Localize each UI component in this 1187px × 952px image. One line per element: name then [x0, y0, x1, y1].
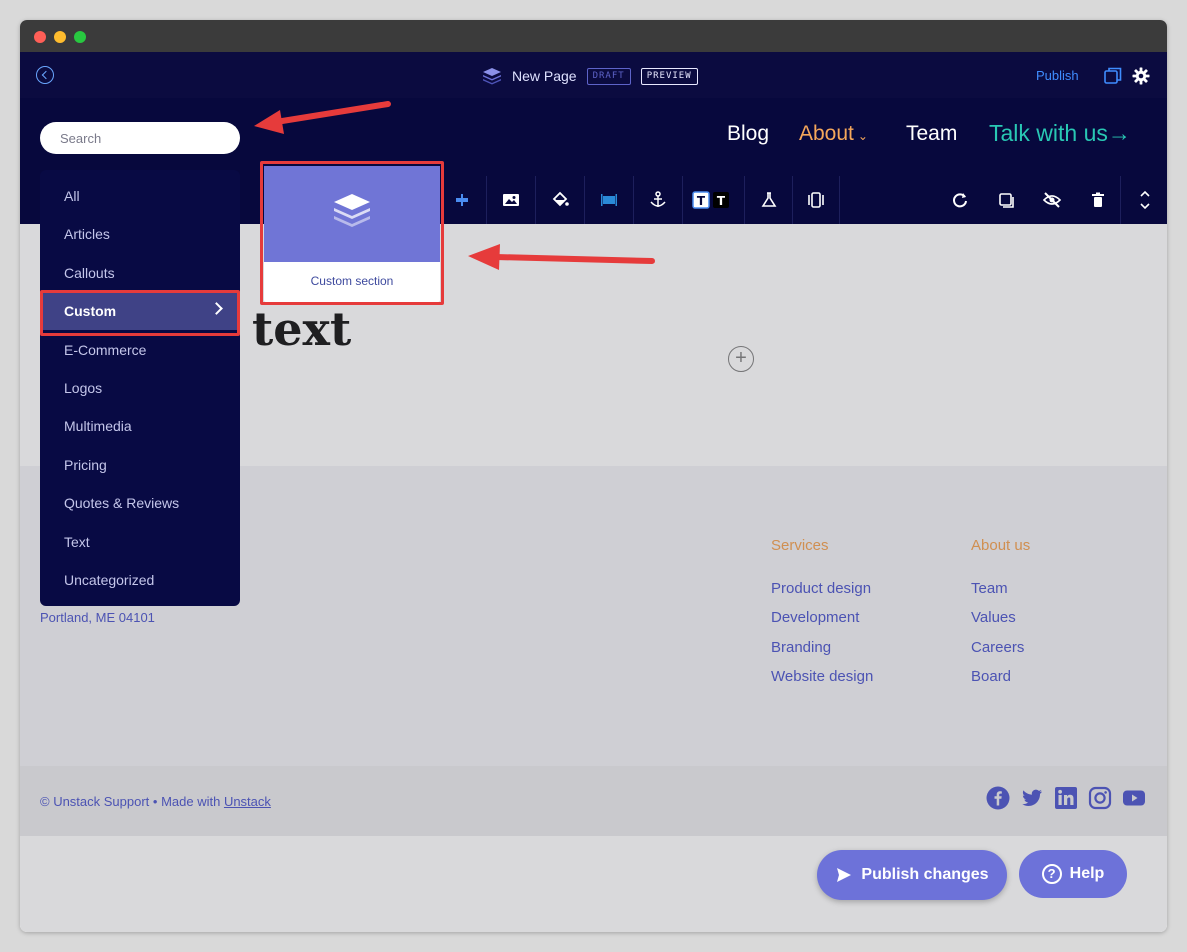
preview-button[interactable]: PREVIEW	[640, 67, 698, 85]
footer-link[interactable]: Product design	[771, 580, 871, 597]
section-card-label: Custom section	[310, 274, 394, 288]
section-category-menu: All Articles Callouts Custom E-Commerce …	[40, 170, 240, 606]
category-item[interactable]: Multimedia	[40, 407, 240, 445]
arrow-right-icon: →	[1107, 120, 1131, 146]
duplicate-icon[interactable]	[982, 176, 1030, 224]
close-window-button[interactable]	[34, 31, 46, 43]
category-item[interactable]: All	[40, 177, 240, 215]
youtube-icon[interactable]	[1122, 786, 1146, 810]
align-icon[interactable]	[437, 176, 485, 224]
page-title: New Page	[512, 68, 577, 84]
footer-link[interactable]: Website design	[771, 668, 873, 685]
image-icon[interactable]	[486, 176, 534, 224]
svg-text:T: T	[696, 194, 705, 208]
add-section-icon[interactable]: +	[728, 346, 754, 372]
custom-section-card[interactable]: Custom section	[264, 166, 440, 302]
help-label: Help	[1069, 865, 1105, 882]
back-arrow-icon[interactable]	[36, 66, 54, 84]
gear-icon[interactable]	[1132, 67, 1150, 85]
minimize-window-button[interactable]	[54, 31, 66, 43]
category-item[interactable]: Pricing	[40, 446, 240, 484]
publish-changes-label: Publish changes	[861, 866, 989, 883]
footer-link[interactable]: Branding	[771, 639, 831, 656]
width-icon[interactable]	[584, 176, 632, 224]
copy-icon[interactable]	[1104, 67, 1122, 84]
section-thumbnail	[264, 166, 440, 262]
draft-badge: DRAFT	[586, 67, 631, 85]
nav-about-link[interactable]: About ⌄	[799, 122, 868, 146]
chevron-down-icon: ⌄	[857, 129, 868, 143]
footer-link[interactable]: Careers	[971, 639, 1024, 656]
chevron-right-icon	[210, 302, 223, 315]
flask-icon[interactable]	[744, 176, 792, 224]
title-bar	[20, 20, 1167, 52]
facebook-icon[interactable]	[986, 786, 1010, 810]
trash-icon[interactable]	[1074, 176, 1122, 224]
footer-link[interactable]: Values	[971, 609, 1016, 626]
editor-header: New Page DRAFT PREVIEW Publish	[20, 52, 1167, 98]
nav-about-label: About	[799, 122, 854, 145]
category-item[interactable]: Uncategorized	[40, 561, 240, 599]
instagram-icon[interactable]	[1088, 786, 1112, 810]
sync-icon[interactable]	[936, 176, 984, 224]
hero-text[interactable]: text	[252, 302, 351, 356]
section-search-input[interactable]	[40, 122, 240, 154]
footer-address: Portland, ME 04101	[40, 610, 155, 625]
category-item[interactable]: Callouts	[40, 254, 240, 292]
category-item[interactable]: Articles	[40, 215, 240, 253]
carousel-icon[interactable]	[792, 176, 840, 224]
footer-link[interactable]: Development	[771, 609, 859, 626]
category-item[interactable]: E-Commerce	[40, 331, 240, 369]
footer-bottom-bar: © Unstack Support • Made with Unstack	[20, 766, 1167, 836]
help-icon: ?	[1041, 864, 1062, 884]
publish-changes-button[interactable]: Publish changes	[817, 850, 1007, 900]
maximize-window-button[interactable]	[74, 31, 86, 43]
nav-talk-label: Talk with us	[989, 120, 1108, 146]
page-title-group: New Page DRAFT PREVIEW	[482, 66, 698, 86]
footer-link[interactable]: Board	[971, 668, 1011, 685]
category-item[interactable]: Text	[40, 523, 240, 561]
footer-col-title-services: Services	[771, 537, 829, 554]
unstack-link[interactable]: Unstack	[224, 794, 271, 809]
help-button[interactable]: ? Help	[1019, 850, 1127, 898]
category-item[interactable]: Quotes & Reviews	[40, 484, 240, 522]
nav-blog-link[interactable]: Blog	[727, 122, 769, 146]
footer-link[interactable]: Team	[971, 580, 1008, 597]
send-icon	[837, 868, 852, 882]
text-color-toggle[interactable]: TT	[682, 176, 738, 224]
hide-icon[interactable]	[1028, 176, 1076, 224]
anchor-icon[interactable]	[633, 176, 681, 224]
paint-bucket-icon[interactable]	[535, 176, 583, 224]
copyright-prefix: © Unstack Support • Made with	[40, 794, 224, 809]
layers-icon	[334, 194, 370, 227]
publish-link[interactable]: Publish	[1036, 68, 1079, 83]
linkedin-icon[interactable]	[1054, 786, 1078, 810]
copyright-text: © Unstack Support • Made with Unstack	[40, 794, 271, 809]
category-item-selected[interactable]: Custom	[43, 292, 237, 330]
footer-col-title-about: About us	[971, 537, 1031, 554]
category-label: Custom	[64, 303, 117, 319]
layers-icon	[483, 68, 501, 85]
twitter-icon[interactable]	[1020, 786, 1044, 810]
nav-team-link[interactable]: Team	[906, 122, 957, 146]
reorder-icon[interactable]	[1120, 176, 1167, 224]
svg-text:T: T	[716, 194, 725, 208]
nav-talk-with-us-link[interactable]: Talk with us→	[989, 120, 1131, 147]
category-item[interactable]: Logos	[40, 369, 240, 407]
